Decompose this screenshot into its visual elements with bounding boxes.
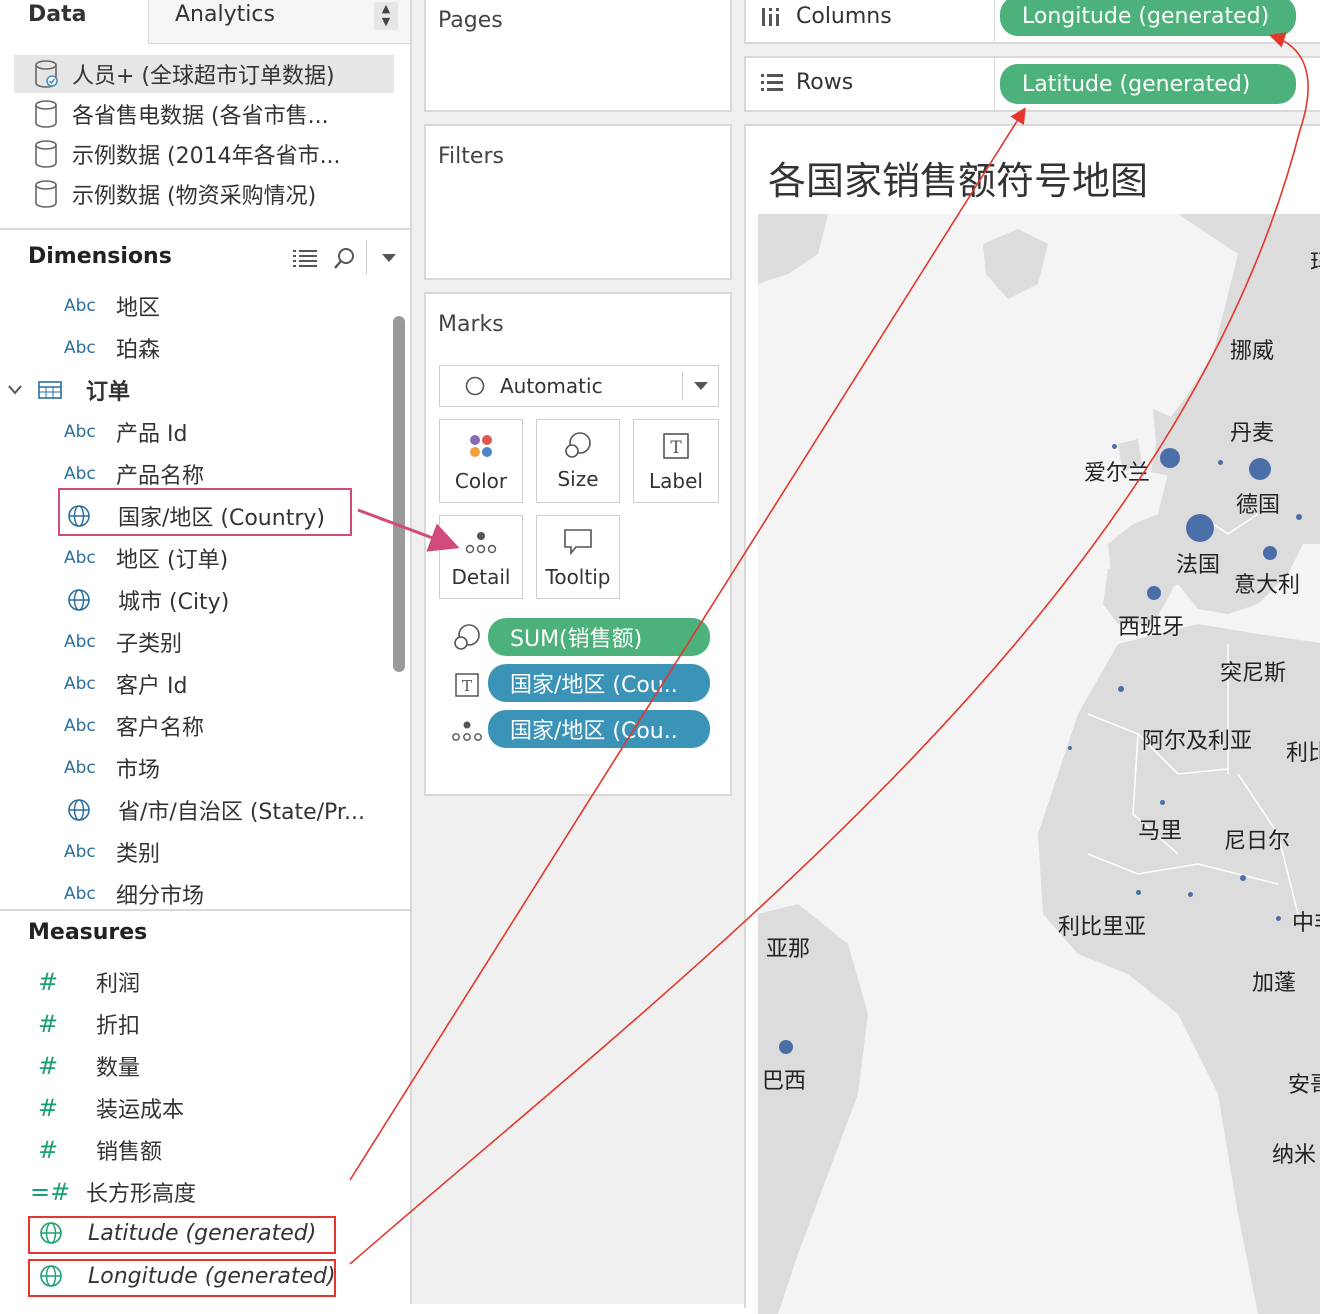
annotation-overlay	[349, 32, 1309, 1265]
